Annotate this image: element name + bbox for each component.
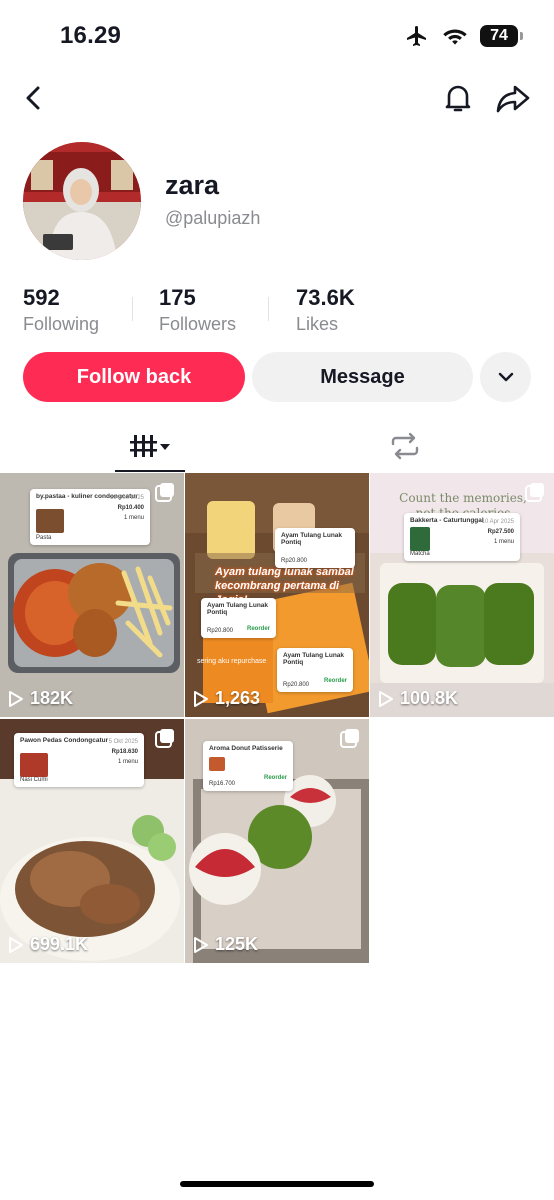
- tab-videos[interactable]: [115, 420, 185, 472]
- video-tile[interactable]: Ayam tulang lunak sambal kecombrang pert…: [185, 473, 369, 717]
- likes-label: Likes: [296, 314, 339, 334]
- following-count: 592: [23, 285, 60, 310]
- followers-count: 175: [159, 285, 196, 310]
- play-icon: [9, 690, 23, 707]
- card-price: Rp27.500: [487, 529, 514, 535]
- card-sub: 1 menu: [123, 515, 144, 521]
- home-indicator[interactable]: [180, 1181, 374, 1187]
- multi-photo-icon: [155, 483, 174, 502]
- play-icon: [194, 936, 208, 953]
- battery-indicator: 74: [480, 25, 523, 47]
- card-price: Rp20.800: [281, 558, 308, 564]
- card-sub: 1 menu: [117, 759, 138, 765]
- play-icon: [9, 936, 23, 953]
- card-item: Pasta: [36, 535, 52, 541]
- play-icon: [194, 690, 208, 707]
- profile-handle: @palupiazh: [165, 208, 261, 228]
- profile-name: zara: [165, 170, 220, 200]
- stat-following[interactable]: 592 Following: [23, 285, 99, 335]
- wifi-icon: [443, 29, 467, 45]
- avatar-image: [23, 142, 141, 260]
- card-title: Ayam Tulang Lunak Pontiq: [283, 652, 345, 666]
- card-price: Rp20.800: [283, 682, 310, 688]
- divider: [268, 297, 269, 321]
- avatar[interactable]: [23, 142, 141, 260]
- active-tab-indicator: [115, 470, 185, 472]
- video-tile[interactable]: Pawon Pedas Condongcatur 5 Okt 2025 Rp18…: [0, 719, 184, 963]
- card-reorder: Reorder: [263, 775, 287, 781]
- receipt-card: Ayam Tulang Lunak Pontiq Rp20.800 Reorde…: [201, 598, 276, 638]
- card-date: 5 Okt 2025: [108, 739, 138, 745]
- top-nav: [0, 74, 554, 122]
- content-tabs: [0, 420, 554, 472]
- status-time: 16.29: [60, 22, 122, 49]
- view-count-value: 1,263: [215, 688, 261, 708]
- view-count: 182K: [8, 688, 73, 709]
- view-count: 699.1K: [8, 934, 88, 955]
- bell-icon[interactable]: [440, 80, 476, 116]
- video-tile[interactable]: Aroma Donut Patisserie Rp16.700 Reorder …: [185, 719, 369, 963]
- card-price: Rp10.400: [117, 505, 144, 511]
- status-icons: 74: [404, 24, 523, 48]
- video-tile[interactable]: by.pastaa - kuliner condongcatur 16 Des …: [0, 473, 184, 717]
- battery-level: 74: [490, 27, 508, 44]
- follow-back-button[interactable]: Follow back: [23, 352, 245, 402]
- receipt-card: Ayam Tulang Lunak Pontiq Rp20.800: [275, 528, 355, 568]
- card-price: Rp20.800: [207, 628, 234, 634]
- card-price: Rp18.630: [111, 749, 138, 755]
- stat-likes[interactable]: 73.6K Likes: [296, 285, 355, 335]
- video-grid: by.pastaa - kuliner condongcatur 16 Des …: [0, 473, 554, 963]
- status-bar: 16.29 74: [0, 0, 554, 72]
- card-thumbnail: [209, 757, 225, 771]
- chevron-down-icon: [498, 372, 513, 382]
- view-count-value: 100.8K: [400, 688, 459, 708]
- repost-icon: [391, 432, 419, 460]
- card-title: Aroma Donut Patisserie: [209, 745, 283, 752]
- back-arrow-icon[interactable]: [16, 80, 52, 116]
- multi-photo-icon: [525, 483, 544, 502]
- likes-count: 73.6K: [296, 285, 355, 310]
- video-caption: sering aku repurchase: [197, 658, 267, 665]
- card-date: 16 Des 2025: [109, 495, 144, 501]
- card-item: Nasi Cumi: [20, 777, 48, 783]
- card-title: Ayam Tulang Lunak Pontiq: [281, 532, 343, 546]
- card-reorder: Reorder: [323, 678, 347, 684]
- receipt-card: by.pastaa - kuliner condongcatur 16 Des …: [30, 489, 150, 545]
- multi-photo-icon: [340, 729, 359, 748]
- card-date: 10 Apr 2025: [481, 519, 514, 525]
- grid-sort-icon: [130, 435, 170, 457]
- view-count: 1,263: [193, 688, 260, 709]
- stat-followers[interactable]: 175 Followers: [159, 285, 236, 335]
- card-title: Ayam Tulang Lunak Pontiq: [207, 602, 269, 616]
- airplane-mode-icon: [407, 26, 426, 46]
- view-count: 100.8K: [378, 688, 458, 709]
- receipt-card: Pawon Pedas Condongcatur 5 Okt 2025 Rp18…: [14, 733, 144, 787]
- card-thumbnail: [410, 527, 430, 551]
- following-label: Following: [23, 314, 100, 334]
- card-price: Rp16.700: [209, 781, 236, 787]
- profile-stats: 592 Following 175 Followers 73.6K Likes: [0, 285, 554, 335]
- message-button[interactable]: Message: [252, 352, 473, 402]
- divider: [132, 297, 133, 321]
- profile-actions: Follow back Message: [0, 352, 554, 402]
- play-icon: [379, 690, 393, 707]
- receipt-card: Bakkerta - Caturtunggal 10 Apr 2025 Rp27…: [404, 513, 520, 561]
- card-thumbnail: [20, 753, 48, 777]
- view-count-value: 699.1K: [30, 934, 89, 954]
- receipt-card: Aroma Donut Patisserie Rp16.700 Reorder: [203, 741, 293, 791]
- share-arrow-icon[interactable]: [494, 80, 532, 116]
- video-tile[interactable]: Count the memories, not the calories Bak…: [370, 473, 554, 717]
- multi-photo-icon: [155, 729, 174, 748]
- card-sub: 1 menu: [493, 539, 514, 545]
- view-count-value: 125K: [215, 934, 259, 954]
- card-item: Matcha: [410, 551, 430, 557]
- card-reorder: Reorder: [246, 626, 270, 632]
- tab-reposts[interactable]: [370, 420, 440, 472]
- view-count-value: 182K: [30, 688, 74, 708]
- followers-label: Followers: [159, 314, 237, 334]
- more-options-button[interactable]: [480, 352, 531, 402]
- card-thumbnail: [36, 509, 64, 533]
- view-count: 125K: [193, 934, 258, 955]
- receipt-card: Ayam Tulang Lunak Pontiq Rp20.800 Reorde…: [277, 648, 353, 692]
